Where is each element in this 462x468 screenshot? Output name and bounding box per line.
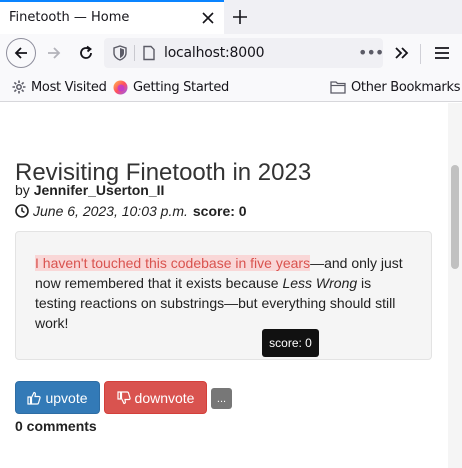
arrow-left-icon [14, 47, 27, 59]
double-chevron-right-icon [395, 47, 409, 59]
bookmark-most-visited[interactable]: Most Visited [12, 78, 107, 96]
downvote-label: downvote [134, 389, 195, 406]
page-icon[interactable] [141, 45, 157, 61]
thumbs-up-icon [27, 391, 42, 405]
clock-icon [15, 204, 29, 218]
overflow-button[interactable] [386, 38, 416, 68]
url-divider [134, 45, 135, 61]
menu-button[interactable] [427, 38, 457, 68]
score-tooltip: score: 0 [262, 329, 319, 357]
post-score: score: 0 [192, 203, 247, 219]
reload-button[interactable] [71, 38, 101, 68]
upvote-button[interactable]: upvote [15, 381, 100, 414]
page-viewport: Revisiting Finetooth in 2023 by Jennifer… [0, 103, 462, 468]
highlighted-substring[interactable]: I haven't touched this codebase in five … [35, 255, 311, 271]
by-label: by [15, 182, 30, 198]
plus-icon[interactable] [229, 6, 251, 28]
arrow-right-icon [48, 47, 61, 59]
body-text-italic: Less Wrong [282, 275, 358, 291]
post-date: June 6, 2023, 10:03 p.m. [33, 203, 188, 219]
thumbs-down-icon [116, 390, 131, 404]
forward-button[interactable] [39, 38, 69, 68]
gear-icon [12, 80, 26, 94]
back-button[interactable] [6, 38, 36, 68]
url-bar[interactable]: localhost:8000 ••• [104, 38, 384, 68]
upvote-label: upvote [45, 389, 88, 406]
author-name[interactable]: Jennifer_Userton_II [34, 182, 165, 198]
bookmarks-toolbar: Most Visited Getting Started Other Bookm… [0, 72, 462, 102]
url-text[interactable]: localhost:8000 [164, 45, 265, 61]
scrollbar-thumb[interactable] [451, 165, 459, 269]
folder-icon [330, 81, 346, 94]
post-meta: June 6, 2023, 10:03 p.m. score: 0 [15, 203, 247, 219]
other-bookmarks[interactable]: Other Bookmarks [330, 78, 460, 96]
firefox-icon [113, 80, 128, 94]
tab-strip: Finetooth — Home [0, 0, 462, 34]
close-icon[interactable] [198, 8, 218, 28]
bookmark-label: Most Visited [31, 79, 107, 95]
toolbar-divider [420, 44, 421, 64]
other-bookmarks-label: Other Bookmarks [351, 79, 461, 95]
bookmark-getting-started[interactable]: Getting Started [113, 78, 229, 96]
comments-count[interactable]: 0 comments [15, 418, 97, 434]
page-actions-button[interactable]: ••• [358, 43, 384, 62]
bookmark-label: Getting Started [133, 79, 230, 95]
shield-icon[interactable] [112, 45, 128, 61]
navigation-toolbar: localhost:8000 ••• [0, 34, 462, 72]
scrollbar[interactable] [448, 103, 462, 468]
tab-title: Finetooth — Home [9, 10, 130, 25]
reload-icon [80, 45, 92, 59]
more-options-button[interactable]: ... [211, 388, 232, 409]
post-body: I haven't touched this codebase in five … [35, 253, 415, 333]
post-body-well: I haven't touched this codebase in five … [15, 231, 432, 360]
hamburger-icon [435, 47, 449, 59]
downvote-button[interactable]: downvote [104, 381, 207, 414]
byline: by Jennifer_Userton_II [15, 182, 164, 198]
tab-finetooth-home[interactable]: Finetooth — Home [0, 0, 224, 34]
